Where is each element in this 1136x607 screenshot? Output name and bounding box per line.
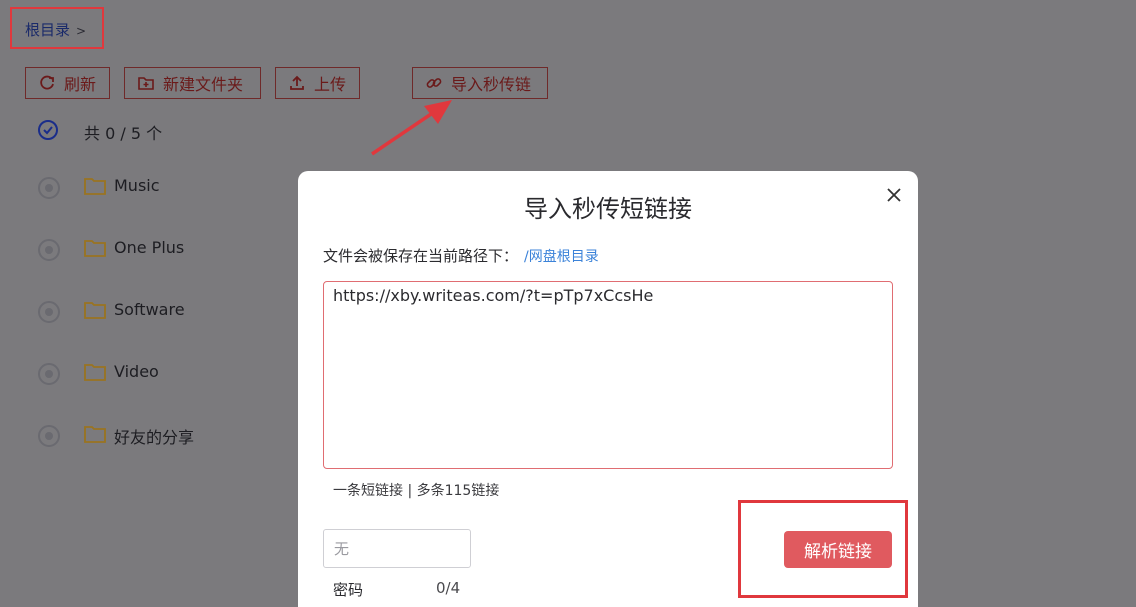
save-path-label: 文件会被保存在当前路径下： bbox=[323, 247, 519, 265]
refresh-label: 刷新 bbox=[64, 75, 97, 94]
item-name: Music bbox=[114, 176, 160, 195]
close-icon[interactable] bbox=[882, 183, 906, 207]
upload-icon bbox=[290, 75, 304, 90]
import-link-button[interactable]: 导入秒传链 bbox=[412, 67, 548, 99]
new-folder-button[interactable]: 新建文件夹 bbox=[124, 67, 261, 99]
link-hint: 一条短链接 | 多条115链接 bbox=[333, 483, 500, 499]
password-char-count: 0/4 bbox=[436, 579, 461, 597]
password-input[interactable] bbox=[323, 529, 471, 568]
link-icon bbox=[426, 78, 442, 88]
list-item[interactable]: Video bbox=[36, 356, 276, 392]
item-radio[interactable] bbox=[38, 301, 60, 323]
save-path-line: 文件会被保存在当前路径下： /网盘根目录 bbox=[323, 245, 599, 266]
refresh-icon bbox=[40, 75, 54, 90]
select-all-checkbox[interactable] bbox=[38, 120, 58, 140]
upload-label: 上传 bbox=[314, 75, 347, 94]
breadcrumb: 根目录 > bbox=[25, 19, 86, 40]
folder-icon bbox=[84, 426, 106, 443]
item-radio[interactable] bbox=[38, 177, 60, 199]
item-name: One Plus bbox=[114, 238, 185, 257]
new-folder-icon bbox=[138, 77, 154, 90]
folder-icon bbox=[84, 364, 106, 381]
list-item[interactable]: Software bbox=[36, 294, 276, 330]
annotation-arrow bbox=[371, 100, 452, 156]
breadcrumb-root[interactable]: 根目录 bbox=[25, 21, 70, 39]
password-label: 密码 bbox=[333, 581, 364, 599]
folder-icon bbox=[84, 302, 106, 319]
folder-icon bbox=[84, 178, 106, 195]
check-icon bbox=[43, 126, 53, 135]
breadcrumb-separator: > bbox=[76, 24, 87, 38]
item-name: Video bbox=[114, 362, 159, 381]
list-item[interactable]: One Plus bbox=[36, 232, 276, 268]
folder-icon bbox=[84, 240, 106, 257]
refresh-button[interactable]: 刷新 bbox=[25, 67, 110, 99]
list-item[interactable]: 好友的分享 bbox=[36, 418, 276, 454]
new-folder-label: 新建文件夹 bbox=[163, 75, 244, 94]
item-radio[interactable] bbox=[38, 425, 60, 447]
list-item[interactable]: Music bbox=[36, 170, 276, 206]
item-name: Software bbox=[114, 300, 185, 319]
link-textarea[interactable]: https://xby.writeas.com/?t=pTp7xCcsHe bbox=[323, 281, 893, 469]
save-path-link[interactable]: /网盘根目录 bbox=[524, 249, 599, 265]
parse-button-highlight bbox=[738, 500, 908, 598]
item-name: 好友的分享 bbox=[114, 428, 195, 447]
item-radio[interactable] bbox=[38, 363, 60, 385]
upload-button[interactable]: 上传 bbox=[275, 67, 360, 99]
selection-count: 共 0 / 5 个 bbox=[84, 124, 163, 143]
select-all-row: 共 0 / 5 个 bbox=[24, 108, 294, 154]
item-radio[interactable] bbox=[38, 239, 60, 261]
import-link-label: 导入秒传链 bbox=[451, 75, 532, 94]
dialog-title: 导入秒传短链接 bbox=[524, 195, 692, 223]
